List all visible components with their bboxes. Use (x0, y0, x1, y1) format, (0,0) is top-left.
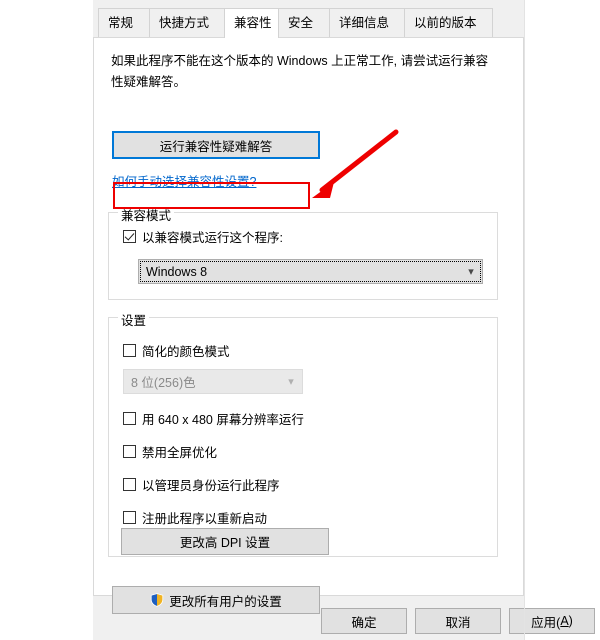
change-settings-all-users-label: 更改所有用户的设置 (169, 594, 282, 609)
run-as-administrator-label: 以管理员身份运行此程序 (142, 479, 280, 493)
ok-button-label: 确定 (351, 615, 377, 630)
color-depth-dropdown[interactable]: 8 位(256)色 ▾ (123, 369, 303, 394)
run-as-administrator-row[interactable]: 以管理员身份运行此程序 (123, 475, 280, 494)
tab-previous-versions[interactable]: 以前的版本 (404, 8, 493, 37)
reduced-color-mode-row[interactable]: 简化的颜色模式 (123, 341, 230, 360)
compatibility-mode-group: 兼容模式 (108, 205, 498, 300)
run-640x480-checkbox[interactable] (123, 412, 136, 425)
panel-description: 如果此程序不能在这个版本的 Windows 上正常工作, 请尝试运行兼容性疑难解… (111, 54, 489, 89)
run-troubleshooter-label: 运行兼容性疑难解答 (159, 139, 273, 154)
reduced-color-mode-label: 简化的颜色模式 (142, 345, 230, 359)
change-settings-all-users-button[interactable]: 更改所有用户的设置 (112, 586, 320, 614)
color-depth-value: 8 位(256)色 (131, 376, 196, 390)
apply-button[interactable]: 应用(A) (509, 608, 595, 634)
tab-general[interactable]: 常规 (98, 8, 150, 37)
compatibility-mode-legend: 兼容模式 (118, 205, 175, 224)
tab-strip: 常规 快捷方式 兼容性 安全 详细信息 以前的版本 (93, 8, 525, 38)
uac-shield-icon (151, 593, 164, 607)
apply-button-suffix: ) (568, 614, 573, 628)
disable-fullscreen-optimizations-label: 禁用全屏优化 (142, 446, 218, 460)
cancel-button[interactable]: 取消 (415, 608, 501, 634)
chevron-down-icon: ▾ (288, 376, 294, 388)
how-to-choose-settings-link[interactable]: 如何手动选择兼容性设置? (112, 171, 256, 190)
compatibility-os-dropdown[interactable]: Windows 8 ▾ (138, 259, 483, 284)
reduced-color-mode-checkbox[interactable] (123, 344, 136, 357)
change-high-dpi-settings-button[interactable]: 更改高 DPI 设置 (121, 528, 329, 555)
compatibility-os-value: Windows 8 (146, 264, 208, 279)
run-in-compatibility-mode-checkbox[interactable] (123, 230, 136, 243)
apply-button-accelerator: A (560, 614, 569, 628)
cancel-button-label: 取消 (445, 615, 471, 630)
register-for-restart-row[interactable]: 注册此程序以重新启动 (123, 508, 267, 527)
chevron-down-icon: ▾ (468, 266, 474, 278)
run-in-compatibility-mode-row[interactable]: 以兼容模式运行这个程序: (123, 227, 283, 246)
disable-fullscreen-optimizations-row[interactable]: 禁用全屏优化 (123, 442, 217, 461)
register-for-restart-checkbox[interactable] (123, 511, 136, 524)
ok-button[interactable]: 确定 (321, 608, 407, 634)
run-in-compatibility-mode-label: 以兼容模式运行这个程序: (142, 231, 283, 245)
disable-fullscreen-optimizations-checkbox[interactable] (123, 445, 136, 458)
tab-security[interactable]: 安全 (278, 8, 330, 37)
change-high-dpi-settings-label: 更改高 DPI 设置 (179, 536, 271, 550)
tab-compatibility[interactable]: 兼容性 (224, 8, 279, 38)
settings-legend: 设置 (118, 310, 150, 329)
tab-shortcut[interactable]: 快捷方式 (149, 8, 225, 37)
run-640x480-row[interactable]: 用 640 x 480 屏幕分辨率运行 (123, 409, 304, 428)
run-as-administrator-checkbox[interactable] (123, 478, 136, 491)
compatibility-panel: 如果此程序不能在这个版本的 Windows 上正常工作, 请尝试运行兼容性疑难解… (93, 37, 524, 614)
properties-dialog: 常规 快捷方式 兼容性 安全 详细信息 以前的版本 如果此程序不能在这个版本的 … (93, 0, 595, 640)
run-640x480-label: 用 640 x 480 屏幕分辨率运行 (142, 413, 304, 427)
apply-button-label: 应用( (531, 615, 561, 630)
register-for-restart-label: 注册此程序以重新启动 (142, 512, 268, 526)
tab-details[interactable]: 详细信息 (329, 8, 405, 37)
run-troubleshooter-button[interactable]: 运行兼容性疑难解答 (112, 131, 320, 159)
